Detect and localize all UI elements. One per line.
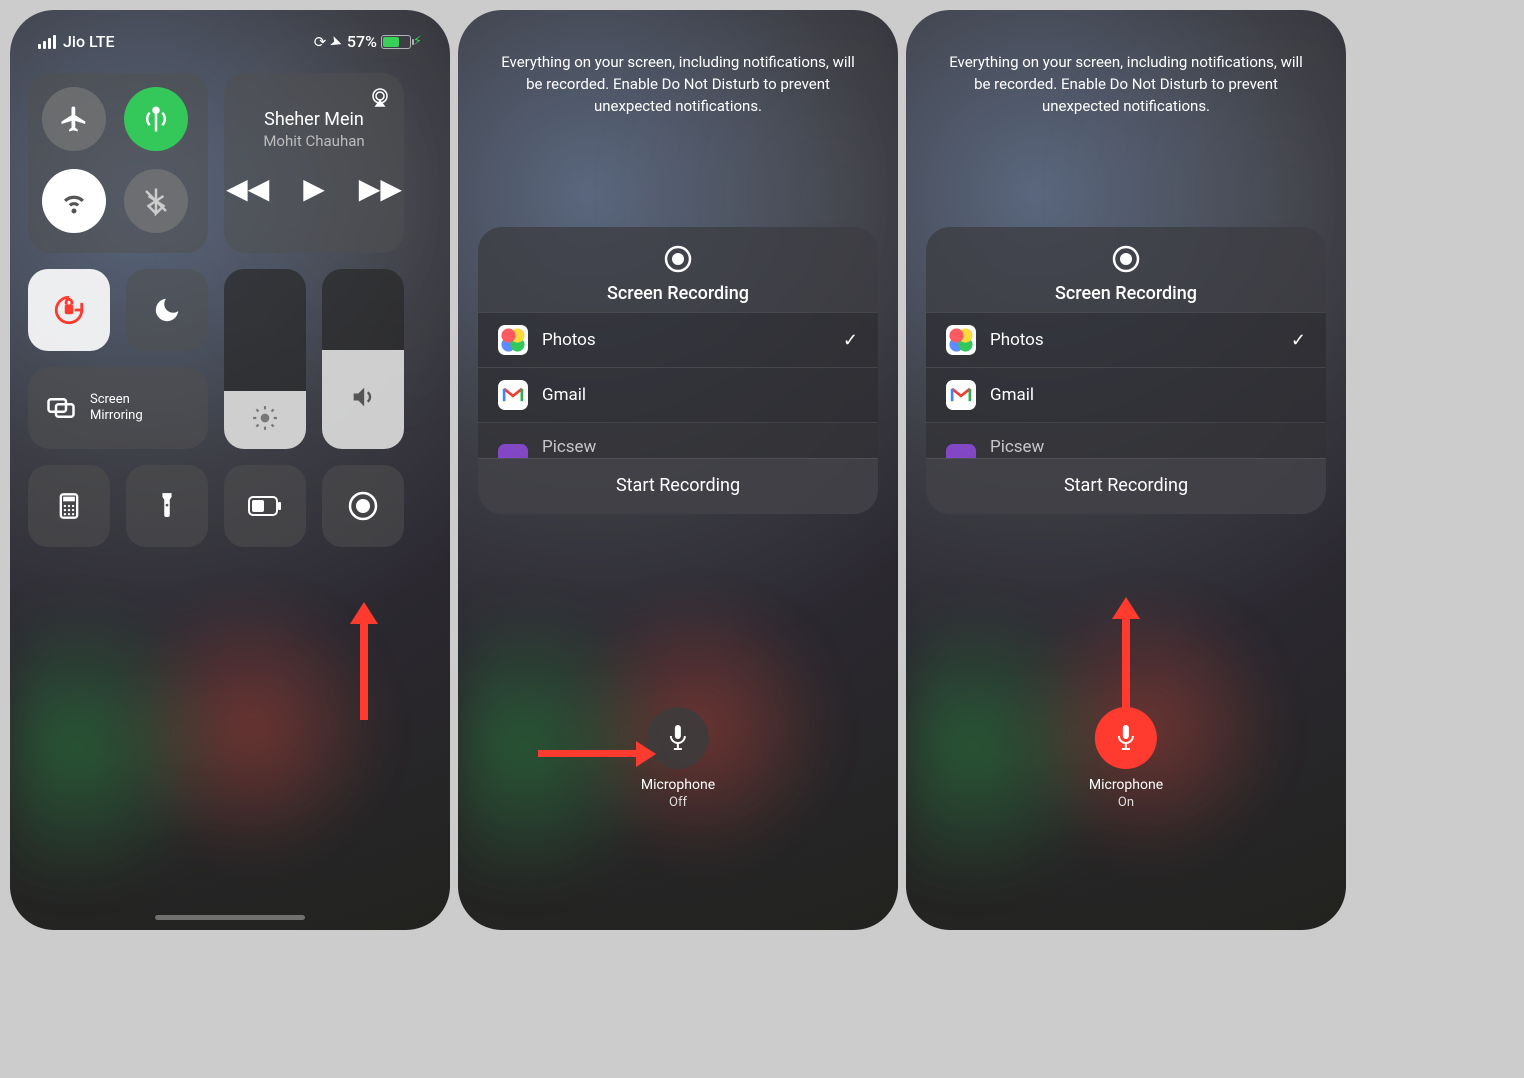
app-name-third: Picsew [542,437,596,457]
battery-pct: 57% [347,32,377,51]
app-name-gmail: Gmail [542,385,586,405]
flashlight-icon [156,491,178,521]
save-to-photos[interactable]: Photos ✓ [926,312,1326,367]
screen-recording-card: Screen Recording Photos ✓ Gmail Picsew S… [926,227,1326,514]
sun-icon [252,405,278,431]
calculator-button[interactable] [28,465,110,547]
start-recording-button[interactable]: Start Recording [478,458,878,514]
start-recording-label: Start Recording [616,475,740,496]
speaker-icon [349,383,377,411]
checkmark-icon: ✓ [1291,330,1306,351]
app-name-gmail: Gmail [990,385,1034,405]
media-tile[interactable]: Sheher Mein Mohit Chauhan ◀◀ ▶ ▶▶ [224,73,404,253]
recording-info-text: Everything on your screen, including not… [458,10,898,117]
screen-recording-button[interactable] [322,465,404,547]
connectivity-tile[interactable] [28,73,208,253]
antenna-icon [141,104,171,134]
airplane-icon [59,104,89,134]
microphone-icon [1114,724,1138,752]
bluetooth-off-icon [141,186,171,216]
annotation-arrow-3 [1122,615,1130,710]
start-recording-button[interactable]: Start Recording [926,458,1326,514]
save-to-third-app[interactable]: Picsew [926,422,1326,458]
flashlight-button[interactable] [126,465,208,547]
signal-icon [38,35,56,49]
orientation-lock-toggle[interactable] [28,269,110,351]
charging-icon: ⚡︎ [413,34,422,49]
play-button[interactable]: ▶ [303,172,325,205]
start-recording-label: Start Recording [1064,475,1188,496]
photos-app-icon [498,325,528,355]
microphone-toggle[interactable] [647,707,709,769]
battery-half-icon [248,496,282,516]
do-not-disturb-toggle[interactable] [126,269,208,351]
gmail-app-icon [946,380,976,410]
screen-mirroring-label-2: Mirroring [90,408,143,424]
microphone-label: Microphone [1089,777,1163,793]
gmail-app-icon [498,380,528,410]
carrier-label: Jio LTE [63,32,115,51]
airplay-icon[interactable] [368,85,392,113]
app-name-photos: Photos [542,330,596,350]
screen-mirroring-icon [46,393,76,423]
save-to-third-app[interactable]: Picsew [478,422,878,458]
annotation-arrow-1 [360,620,368,720]
microphone-toggle[interactable] [1095,707,1157,769]
save-to-gmail[interactable]: Gmail [478,367,878,422]
annotation-arrow-2 [538,750,638,757]
microphone-label: Microphone [641,777,715,793]
checkmark-icon: ✓ [843,330,858,351]
record-icon [1110,243,1142,275]
microphone-state: Off [641,795,715,810]
screen-recording-card: Screen Recording Photos ✓ Gmail Picsew S… [478,227,878,514]
calculator-icon [55,492,83,520]
save-to-gmail[interactable]: Gmail [926,367,1326,422]
screen-recording-expanded-mic-off: Everything on your screen, including not… [458,10,898,930]
forward-button[interactable]: ▶▶ [359,172,402,205]
screen-recording-title: Screen Recording [478,283,878,304]
third-app-icon [946,444,976,458]
screen-recording-title: Screen Recording [926,283,1326,304]
location-icon: ➤ [328,31,346,52]
record-icon [662,243,694,275]
moon-icon [152,295,182,325]
third-app-icon [498,444,528,458]
status-bar: Jio LTE ⟳ ➤ 57% ⚡︎ [10,10,450,57]
control-center-screenshot: Jio LTE ⟳ ➤ 57% ⚡︎ [10,10,450,930]
low-power-mode-toggle[interactable] [224,465,306,547]
screen-recording-expanded-mic-on: Everything on your screen, including not… [906,10,1346,930]
screen-mirroring-button[interactable]: Screen Mirroring [28,367,208,449]
brightness-slider[interactable] [224,269,306,449]
orientation-lock-icon [52,293,86,327]
airplane-mode-toggle[interactable] [42,87,106,151]
save-to-photos[interactable]: Photos ✓ [478,312,878,367]
home-indicator[interactable] [155,915,305,920]
screen-mirroring-label-1: Screen [90,392,143,408]
wifi-toggle[interactable] [42,169,106,233]
recording-info-text: Everything on your screen, including not… [906,10,1346,117]
wifi-icon [59,186,89,216]
now-playing-artist: Mohit Chauhan [238,132,390,150]
record-icon [347,490,379,522]
volume-slider[interactable] [322,269,404,449]
app-name-third: Picsew [990,437,1044,457]
microphone-icon [666,724,690,752]
cellular-data-toggle[interactable] [124,87,188,151]
bluetooth-toggle[interactable] [124,169,188,233]
app-name-photos: Photos [990,330,1044,350]
microphone-state: On [1089,795,1163,810]
photos-app-icon [946,325,976,355]
battery-icon [381,35,411,49]
rewind-button[interactable]: ◀◀ [226,172,269,205]
sync-icon: ⟳ [314,33,327,51]
